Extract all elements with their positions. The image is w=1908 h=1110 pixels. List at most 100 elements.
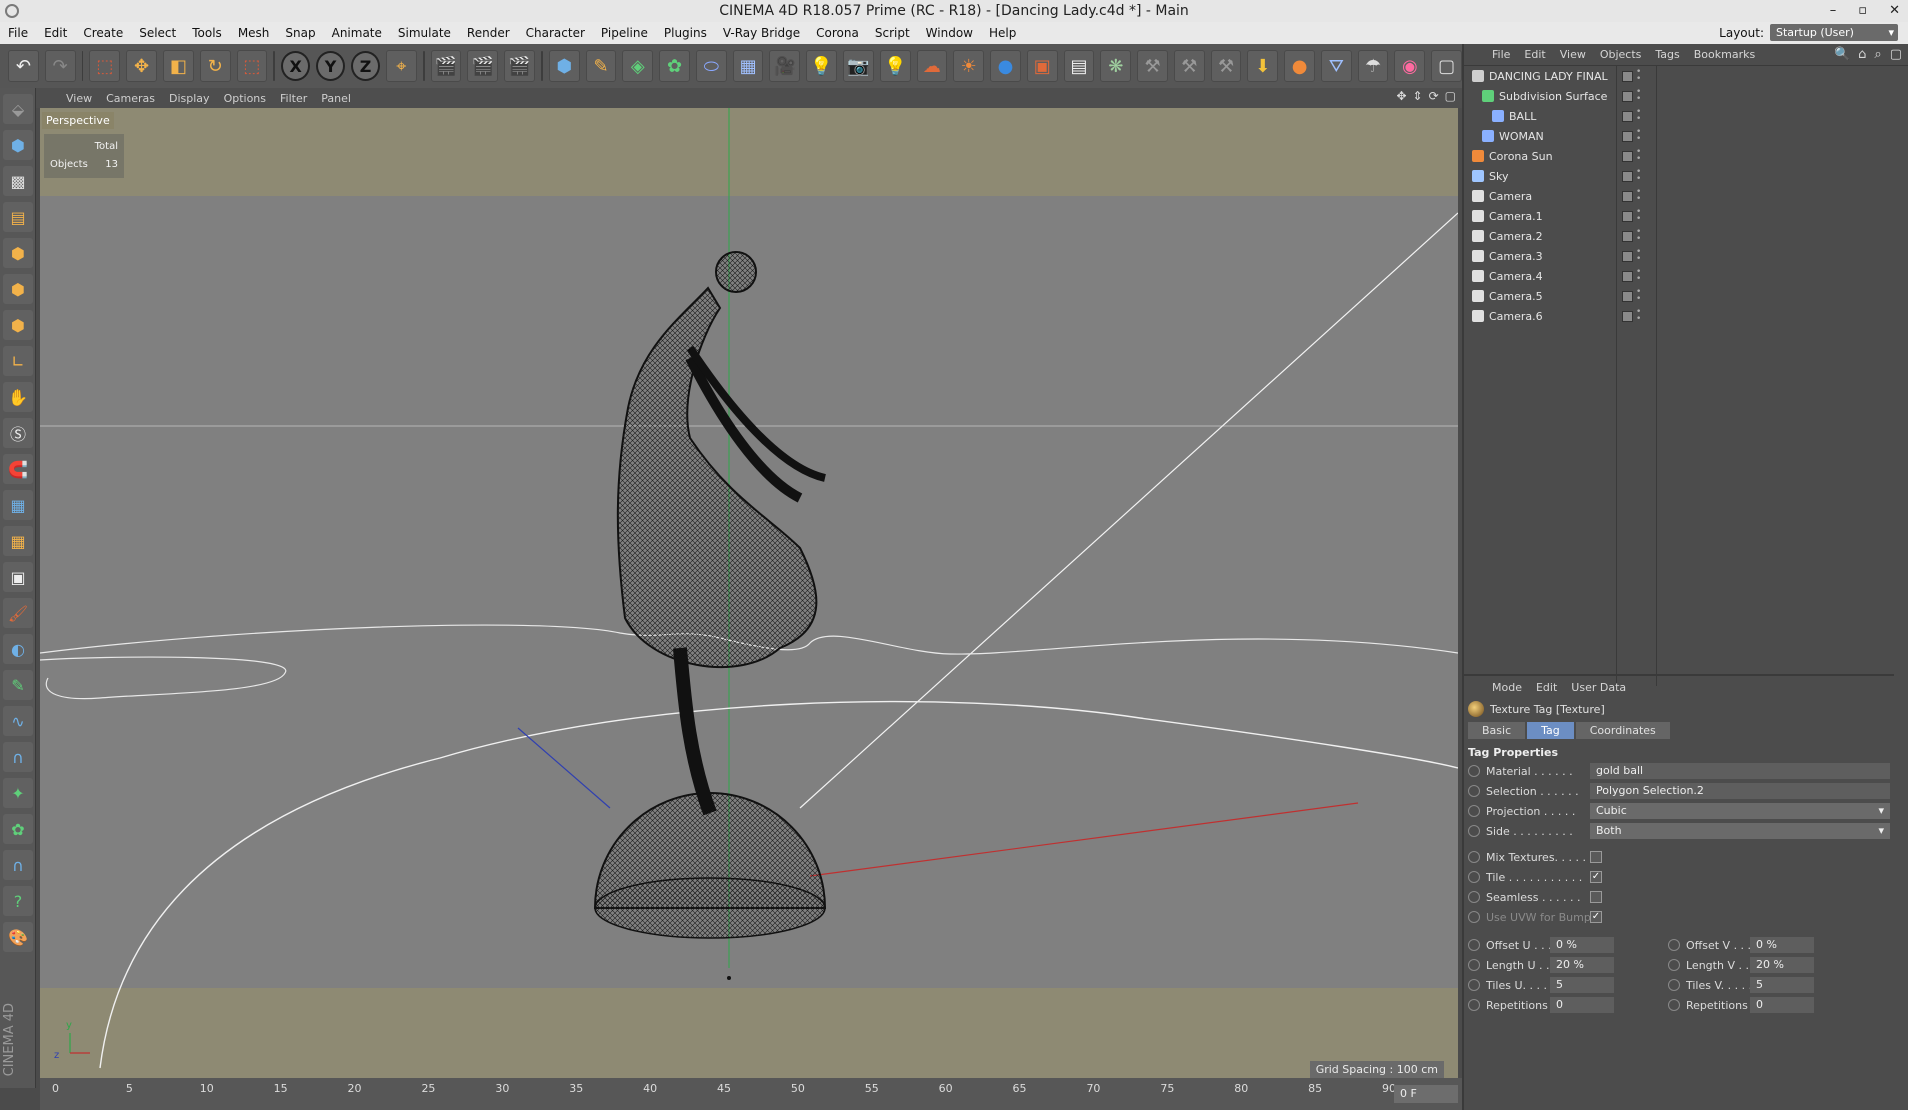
object-name[interactable]: Camera.4 (1489, 270, 1543, 283)
visibility-dots-icon[interactable]: • • (1636, 308, 1642, 324)
layer-icon[interactable] (1622, 110, 1633, 122)
object-row[interactable]: WOMAN • • (1464, 126, 1894, 146)
subdivision-surface-icon[interactable]: ◈ (622, 50, 654, 82)
cloner-icon[interactable]: ✿ (659, 50, 690, 82)
vray-frame-icon[interactable]: ▢ (1431, 50, 1463, 82)
layer-icon[interactable] (1622, 170, 1633, 182)
tab-tag[interactable]: Tag (1527, 721, 1574, 739)
offset-v-field[interactable]: 0 % (1750, 937, 1814, 953)
object-name[interactable]: BALL (1509, 110, 1536, 123)
corona-vfb-icon[interactable]: ▣ (1026, 50, 1058, 82)
visibility-dots-icon[interactable]: • • (1636, 268, 1642, 284)
layer-icon[interactable] (1622, 150, 1633, 162)
render-view-icon[interactable]: 🎬 (430, 50, 462, 82)
vray-tool-2-icon[interactable]: ⚒ (1173, 50, 1205, 82)
undo-icon[interactable]: ↶ (8, 50, 39, 82)
floor-icon[interactable]: ▦ (732, 50, 764, 82)
rotate-icon[interactable]: ↻ (199, 50, 231, 82)
perspective-viewport[interactable]: y z Perspective Total Objects 13 Grid Spa… (40, 108, 1458, 1078)
visibility-dots-icon[interactable]: • • (1636, 108, 1642, 124)
menu-plugins[interactable]: Plugins (656, 26, 715, 40)
vray-material-icon[interactable]: ● (1284, 50, 1315, 82)
visibility-dots-icon[interactable]: • • (1636, 208, 1642, 224)
visibility-dots-icon[interactable]: • • (1636, 188, 1642, 204)
tiles-v-field[interactable]: 5 (1750, 977, 1814, 993)
menu-file[interactable]: File (0, 26, 36, 40)
length-u-field[interactable]: 20 % (1550, 957, 1614, 973)
layer-icon[interactable] (1622, 310, 1633, 322)
object-name[interactable]: WOMAN (1499, 130, 1544, 143)
solo-icon[interactable]: ▣ (3, 562, 33, 592)
corona-material-icon[interactable]: ● (990, 50, 1021, 82)
material-field[interactable]: gold ball (1590, 763, 1890, 779)
layer-icon[interactable] (1622, 270, 1633, 282)
menu-corona[interactable]: Corona (808, 26, 867, 40)
viewport-menu-display[interactable]: Display (169, 92, 210, 105)
polygons-mode-icon[interactable]: ⬢ (3, 310, 33, 340)
layer-icon[interactable] (1622, 230, 1633, 242)
tile-animate-icon[interactable] (1468, 871, 1480, 883)
live-selection-icon[interactable]: ⬚ (89, 50, 121, 82)
menu-create[interactable]: Create (75, 26, 131, 40)
coordinate-system-icon[interactable]: ⌖ (385, 50, 417, 82)
corona-proxy-icon[interactable]: ❋ (1100, 50, 1132, 82)
menu-animate[interactable]: Animate (324, 26, 390, 40)
tiles-u-animate-icon[interactable] (1468, 979, 1480, 991)
snap-icon[interactable]: Ⓢ (3, 418, 33, 448)
selection-animate-icon[interactable] (1468, 785, 1480, 797)
menu-character[interactable]: Character (518, 26, 593, 40)
viewport-zoom-icon[interactable]: ⇕ (1413, 89, 1423, 103)
viewport-maximize-icon[interactable]: ▢ (1445, 89, 1456, 103)
menu-pipeline[interactable]: Pipeline (593, 26, 656, 40)
knife-icon[interactable]: ◐ (3, 634, 33, 664)
attr-menu-userdata[interactable]: User Data (1571, 681, 1626, 694)
menu-tools[interactable]: Tools (184, 26, 230, 40)
layer-icon[interactable] (1622, 250, 1633, 262)
repetitions-u-field[interactable]: 0 (1550, 997, 1614, 1013)
corona-interactive-icon[interactable]: ▤ (1063, 50, 1095, 82)
object-name[interactable]: DANCING LADY FINAL (1489, 70, 1608, 83)
object-row[interactable]: Camera.5 • • (1464, 286, 1894, 306)
object-row[interactable]: Subdivision Surface • • (1464, 86, 1894, 106)
visibility-dots-icon[interactable]: • • (1636, 288, 1642, 304)
object-name[interactable]: Camera.5 (1489, 290, 1543, 303)
object-name[interactable]: Camera.6 (1489, 310, 1543, 323)
om-menu-edit[interactable]: Edit (1524, 48, 1545, 61)
menu-select[interactable]: Select (131, 26, 184, 40)
attr-menu-mode[interactable]: Mode (1492, 681, 1522, 694)
light-icon[interactable]: 💡 (806, 50, 837, 82)
viewport-menu-view[interactable]: View (66, 92, 92, 105)
model-mode-icon[interactable]: ⬢ (3, 130, 33, 160)
axis-mode-icon[interactable]: ∟ (3, 346, 33, 376)
object-name[interactable]: Subdivision Surface (1499, 90, 1607, 103)
object-row[interactable]: Camera.2 • • (1464, 226, 1894, 246)
object-row[interactable]: DANCING LADY FINAL • • (1464, 66, 1894, 86)
brush-icon[interactable]: ✎ (3, 670, 33, 700)
seamless-animate-icon[interactable] (1468, 891, 1480, 903)
viewport-move-icon[interactable]: ✥ (1396, 89, 1406, 103)
visibility-dots-icon[interactable]: • • (1636, 248, 1642, 264)
om-menu-tags[interactable]: Tags (1655, 48, 1679, 61)
corona-sky-icon[interactable]: ☁ (916, 50, 948, 82)
minimize-button[interactable]: – (1830, 0, 1837, 22)
object-name[interactable]: Sky (1489, 170, 1508, 183)
material-animate-icon[interactable] (1468, 765, 1480, 777)
edges-mode-icon[interactable]: ⬢ (3, 274, 33, 304)
sculpt-icon[interactable]: ✦ (3, 778, 33, 808)
z-axis-lock-icon[interactable]: Z (351, 51, 380, 81)
camera-icon[interactable]: 🎥 (769, 50, 801, 82)
selection-field[interactable]: Polygon Selection.2 (1590, 783, 1890, 799)
close-button[interactable]: ✕ (1889, 0, 1900, 22)
object-name[interactable]: Camera.1 (1489, 210, 1543, 223)
object-row[interactable]: Sky • • (1464, 166, 1894, 186)
corona-camera-icon[interactable]: 📷 (843, 50, 874, 82)
repetitions-u-animate-icon[interactable] (1468, 999, 1480, 1011)
object-row[interactable]: BALL • • (1464, 106, 1894, 126)
vray-color-icon[interactable]: ◉ (1394, 50, 1426, 82)
menu-window[interactable]: Window (918, 26, 981, 40)
object-name[interactable]: Camera (1489, 190, 1532, 203)
corona-light-icon[interactable]: 💡 (879, 50, 911, 82)
texture-mode-icon[interactable]: ▩ (3, 166, 33, 196)
om-menu-view[interactable]: View (1560, 48, 1586, 61)
object-row[interactable]: Camera.3 • • (1464, 246, 1894, 266)
